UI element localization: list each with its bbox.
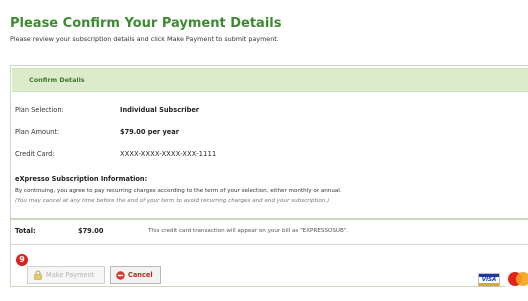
plan-amount-value: $79.00 per year xyxy=(120,128,179,136)
page-subtitle: Please review your subscription details … xyxy=(10,35,279,43)
cancel-button[interactable]: Cancel xyxy=(110,266,161,284)
lock-icon xyxy=(33,270,43,280)
cancel-label: Cancel xyxy=(128,271,153,279)
credit-card-value: XXXX-XXXX-XXXX-XXX-1111 xyxy=(120,150,217,158)
section-title: Confirm Details xyxy=(29,76,85,84)
plan-amount-label: Plan Amount: xyxy=(15,128,60,136)
cancel-icon xyxy=(116,270,125,280)
page-title: Please Confirm Your Payment Details xyxy=(10,16,282,31)
mastercard-logo xyxy=(506,271,528,287)
credit-card-label: Credit Card: xyxy=(15,150,55,158)
total-amount: $79.00 xyxy=(78,227,104,235)
step-number-badge: 9 xyxy=(16,254,28,266)
section-header-bar xyxy=(12,68,528,92)
total-divider-bottom xyxy=(10,244,528,245)
plan-selection-value: Individual Subscriber xyxy=(120,106,200,114)
subscription-info-note: (You may cancel at any time before the e… xyxy=(15,198,330,204)
total-divider-top xyxy=(10,218,528,220)
make-payment-button[interactable]: Make Payment xyxy=(27,266,105,284)
total-label: Total: xyxy=(15,227,36,235)
subscription-info-heading: eXpresso Subscription Information: xyxy=(15,175,148,183)
plan-selection-label: Plan Selection: xyxy=(15,106,64,114)
make-payment-label: Make Payment xyxy=(46,271,95,279)
billing-descriptor-note: This credit card transaction will appear… xyxy=(148,228,349,234)
subscription-info-text: By continuing, you agree to pay recurrin… xyxy=(15,188,342,194)
visa-card-logo: VISA xyxy=(478,273,500,287)
